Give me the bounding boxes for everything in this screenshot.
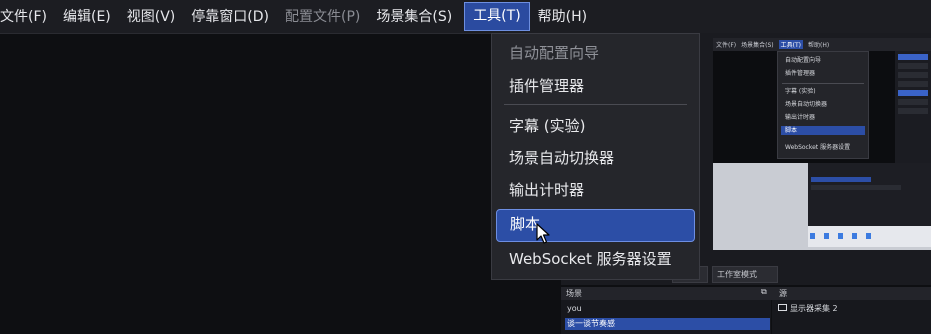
preview-side-row bbox=[898, 63, 928, 69]
preview-dock-row bbox=[811, 185, 901, 190]
mouse-cursor-icon bbox=[536, 223, 550, 244]
preview-dropdown-item: 自动配置向导 bbox=[785, 57, 822, 64]
menu-docks[interactable]: 停靠窗口(D) bbox=[183, 2, 277, 32]
preview-side-panel bbox=[895, 51, 931, 166]
preview-dock-row bbox=[811, 177, 871, 182]
preview-menu-item: 工具(T) bbox=[778, 40, 803, 49]
preview-dropdown-item: 场景自动切换器 bbox=[785, 101, 828, 108]
preview-menu-item: 文件(F) bbox=[716, 42, 737, 49]
preview-side-row bbox=[898, 81, 928, 87]
captions-item[interactable]: 字幕 (实验) bbox=[496, 111, 695, 142]
studio-mode-label: 工作室模式 bbox=[717, 270, 757, 279]
scene-item[interactable]: 谈一谈节奏感 bbox=[565, 318, 770, 330]
websocket-settings-item[interactable]: WebSocket 服务器设置 bbox=[496, 244, 695, 275]
output-timer-item[interactable]: 输出计时器 bbox=[496, 175, 695, 206]
scenes-header: 场景 bbox=[566, 289, 582, 298]
auto-config-wizard-item[interactable]: 自动配置向导 bbox=[496, 38, 695, 69]
menu-view[interactable]: 视图(V) bbox=[119, 2, 184, 32]
preview-taskbar-icon bbox=[866, 233, 872, 239]
plugin-manager-item[interactable]: 插件管理器 bbox=[496, 71, 695, 102]
menu-tools[interactable]: 工具(T) bbox=[464, 2, 530, 31]
preview-taskbar-icon bbox=[824, 233, 830, 239]
preview-dropdown: 自动配置向导 插件管理器 字幕 (实验) 场景自动切换器 输出计时器 脚本 We… bbox=[777, 51, 869, 159]
preview-dropdown-item: 输出计时器 bbox=[785, 114, 816, 121]
dock-header: 场景 ⧉ 源 bbox=[561, 287, 931, 300]
preview-menubar: 文件(F) 场景集合(S) 工具(T) 帮助(H) bbox=[713, 38, 931, 51]
preview-dropdown-item: 脚本 bbox=[781, 126, 865, 135]
menu-bar: 文件(F) 编辑(E) 视图(V) 停靠窗口(D) 配置文件(P) 场景集合(S… bbox=[0, 0, 931, 34]
scene-switcher-item[interactable]: 场景自动切换器 bbox=[496, 143, 695, 174]
sources-header: 源 bbox=[779, 289, 787, 298]
menu-file[interactable]: 文件(F) bbox=[0, 2, 55, 32]
scripts-item[interactable]: 脚本 bbox=[496, 209, 695, 242]
preview-side-row bbox=[898, 108, 928, 114]
menu-help[interactable]: 帮助(H) bbox=[530, 2, 595, 32]
preview-menu-item: 场景集合(S) bbox=[741, 42, 774, 49]
menu-profile[interactable]: 配置文件(P) bbox=[277, 2, 368, 32]
menu-separator bbox=[504, 104, 687, 105]
undock-icon[interactable]: ⧉ bbox=[761, 287, 767, 297]
preview-taskbar-icon bbox=[810, 233, 815, 239]
monitor-icon bbox=[778, 304, 787, 311]
studio-mode-button[interactable]: 工作室模式 bbox=[712, 266, 778, 283]
tools-dropdown: 自动配置向导 插件管理器 字幕 (实验) 场景自动切换器 输出计时器 脚本 We… bbox=[491, 33, 700, 280]
source-item[interactable]: 显示器采集 2 bbox=[778, 303, 838, 315]
preview-dropdown-item: WebSocket 服务器设置 bbox=[785, 144, 851, 151]
menu-scene-collection[interactable]: 场景集合(S) bbox=[368, 2, 460, 32]
scene-item[interactable]: you bbox=[565, 303, 582, 315]
source-item-label: 显示器采集 2 bbox=[790, 304, 838, 313]
preview-taskbar-icon bbox=[852, 233, 858, 239]
menu-edit[interactable]: 编辑(E) bbox=[55, 2, 119, 32]
preview-taskbar-icon bbox=[838, 233, 844, 239]
preview-dock-panel bbox=[808, 163, 931, 226]
preview-menu-item: 帮助(H) bbox=[808, 42, 830, 49]
preview-side-row bbox=[898, 54, 928, 60]
preview-dropdown-separator bbox=[782, 83, 864, 84]
preview-dropdown-item: 插件管理器 bbox=[785, 70, 816, 77]
preview-taskbar bbox=[808, 226, 931, 247]
preview-side-row bbox=[898, 72, 928, 78]
preview-dropdown-item: 字幕 (实验) bbox=[785, 88, 816, 95]
preview-side-row bbox=[898, 90, 928, 96]
preview-side-row bbox=[898, 99, 928, 105]
